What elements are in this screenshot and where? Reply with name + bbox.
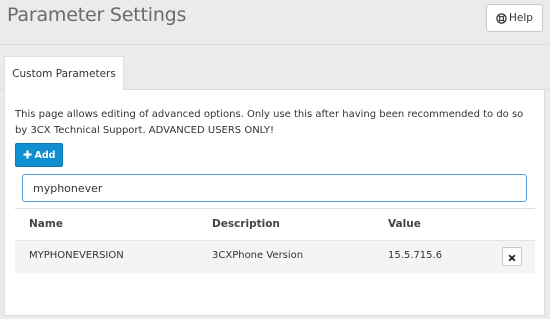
warning-description: This page allows editing of advanced opt… (15, 109, 524, 136)
help-label: Help (509, 12, 533, 24)
delete-row-button[interactable] (502, 247, 522, 266)
page: Parameter Settings Help Custom Parameter… (0, 0, 550, 319)
close-icon (508, 247, 516, 266)
tab-bar: Custom Parameters (0, 45, 550, 91)
plus-icon (22, 149, 32, 161)
lifebuoy-icon (496, 12, 507, 24)
page-title: Parameter Settings (7, 4, 187, 26)
cell-name: MYPHONEVERSION (29, 250, 124, 261)
help-button[interactable]: Help (486, 4, 543, 32)
cell-description: 3CXPhone Version (212, 250, 304, 261)
cell-value: 15.5.715.6 (388, 250, 443, 261)
column-header-description: Description (212, 218, 280, 230)
add-label: Add (34, 149, 56, 161)
tab-custom-parameters[interactable]: Custom Parameters (4, 56, 124, 91)
table-divider (15, 208, 535, 209)
add-button[interactable]: Add (15, 143, 63, 167)
column-header-name: Name (29, 218, 63, 230)
column-header-value: Value (388, 218, 421, 230)
search-input[interactable] (22, 174, 527, 202)
header: Parameter Settings Help (0, 0, 550, 44)
